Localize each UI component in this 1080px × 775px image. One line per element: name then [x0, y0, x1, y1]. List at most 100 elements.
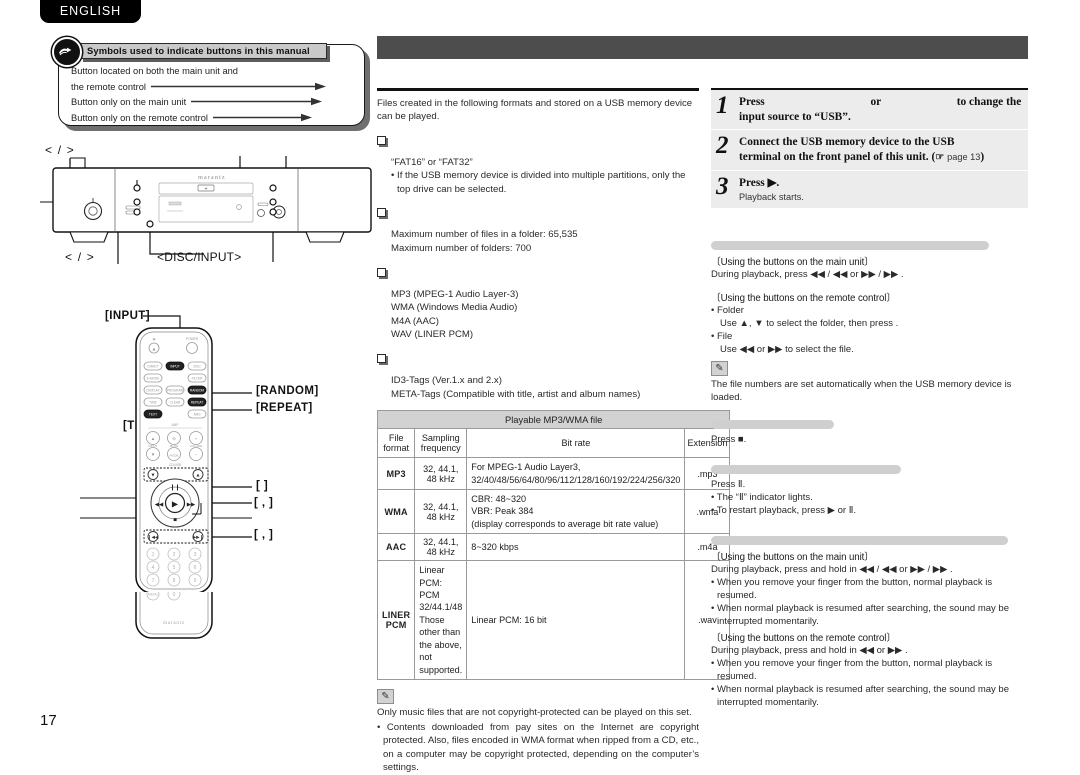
svg-text:CLEAR: CLEAR [170, 401, 181, 405]
cell-format-wma: WMA [376, 489, 416, 535]
step-3-sub: Playback starts. [739, 191, 804, 202]
spec-block-3-line-1: META-Tags (Compatible with title, artist… [391, 388, 641, 400]
arrow-right-medium-icon [189, 95, 323, 111]
callout-lines: Button located on both the main unit and… [71, 64, 361, 126]
section-stop-bar [711, 419, 834, 429]
cell-sampling-liner-pcm: Linear PCM: PCM 32/44.1/48 Those other t… [414, 560, 468, 680]
section-header-bar [377, 36, 1028, 59]
step-1-number: 1 [716, 92, 729, 119]
spec-block-0: “FAT16” or “FAT32” • If the USB memory d… [377, 132, 699, 197]
svg-text:▲: ▲ [151, 436, 156, 441]
svg-text:DISPLAY: DISPLAY [146, 389, 160, 393]
right-column: 1 Press or to change the input source to… [711, 88, 1028, 709]
section-pause-text: Press Ⅱ. [711, 478, 746, 490]
pencil-note-icon: ✎ [711, 360, 728, 376]
section-search-main-bullet-1: • When normal playback is resumed after … [711, 602, 1009, 627]
section-search-remote-title: 〔Using the buttons on the remote control… [711, 632, 896, 644]
section-skip-file-text: Use ◀◀ or ▶▶ to select the file. [720, 343, 854, 355]
arrow-right-long-icon [149, 80, 327, 96]
step-1-text: Press or to change the input source to “… [739, 94, 1021, 124]
svg-text:❙◀◀: ❙◀◀ [148, 535, 159, 540]
svg-text:TEXT: TEXT [149, 413, 157, 417]
svg-text:FILTER: FILTER [192, 377, 203, 381]
svg-text:5: 5 [173, 565, 176, 571]
section-skip-folder-label: • Folder [711, 304, 744, 316]
table-row: AAC 32, 44.1, 48 kHz 8~320 kbps .m4a [376, 533, 731, 562]
callout-line-3-text: Button only on the remote control [71, 112, 208, 123]
callout-line-2: Button only on the main unit [71, 95, 361, 111]
step-2: 2 Connect the USB memory device to the U… [711, 130, 1028, 171]
intro-text: Files created in the following formats a… [377, 97, 693, 123]
callout-line-2-text: Button only on the main unit [71, 97, 187, 108]
svg-text:▣: ▣ [153, 337, 156, 341]
svg-text:⊘: ⊘ [172, 436, 176, 441]
svg-text:TIME: TIME [149, 401, 157, 405]
svg-text:−: − [195, 453, 198, 458]
spec-block-2: MP3 (MPEG-1 Audio Layer-3) WMA (Windows … [377, 264, 699, 342]
spec-block-3-body: ID3-Tags (Ver.1.x and 2.x) META-Tags (Co… [391, 374, 699, 401]
callout-line-1: the remote control [71, 80, 361, 96]
svg-text:+: + [195, 437, 198, 442]
section-search-main-unit-title: 〔Using the buttons on the main unit〕 [711, 551, 874, 563]
svg-text:INPUT: INPUT [149, 444, 158, 448]
step-3-number: 3 [716, 173, 729, 200]
svg-text:AMS: AMS [194, 413, 201, 417]
cell-sampling-wma: 32, 44.1, 48 kHz [414, 489, 468, 535]
section-skip-note-text: The file numbers are set automatically w… [711, 378, 1012, 403]
step-2-line2-wrap: terminal on the front panel of this unit… [739, 150, 984, 166]
svg-text:CD/USB: CD/USB [169, 463, 181, 467]
square-bullet-icon [377, 208, 386, 218]
table-caption-row: Playable MP3/WMA file [376, 410, 731, 430]
pointing-hand-small-icon: ☞ [935, 151, 945, 163]
spec-block-2-line-1: WMA (Windows Media Audio) [391, 302, 518, 314]
step-2-line2: terminal on the front panel of this unit… [739, 150, 936, 163]
svg-text:▶: ▶ [172, 500, 179, 509]
section-search-remote-line: During playback, press and hold in ◀◀ or… [711, 644, 908, 656]
cell-sampling-aac: 32, 44.1, 48 kHz [414, 533, 468, 562]
square-bullet-icon [377, 135, 386, 145]
cell-format-mp3: MP3 [376, 457, 416, 491]
section-search-main-unit-line: During playback, press and hold in ◀◀ / … [711, 563, 953, 575]
step-2-number: 2 [716, 132, 729, 159]
section-skip-main-unit-title: 〔Using the buttons on the main unit〕 [711, 256, 874, 268]
step-1: 1 Press or to change the input source to… [711, 90, 1028, 130]
section-search-main-bullet-0: • When you remove your finger from the b… [711, 576, 993, 601]
language-tab-label: ENGLISH [59, 4, 122, 18]
cell-bitrate-liner-pcm: Linear PCM: 16 bit [466, 560, 686, 680]
section-search: 〔Using the buttons on the main unit〕 Dur… [711, 535, 1028, 709]
cell-bitrate-wma: CBR: 48~320 VBR: Peak 384 (display corre… [466, 489, 686, 535]
svg-text:❙❙: ❙❙ [170, 484, 180, 491]
main-unit-drawing: marantz + [40, 156, 372, 264]
svg-text:8: 8 [173, 578, 176, 584]
page-number: 17 [40, 712, 57, 729]
spec-block-1: Maximum number of files in a folder: 65,… [377, 204, 699, 255]
table-caption: Playable MP3/WMA file [376, 410, 731, 430]
section-pause-bullet-1: • To restart playback, press ▶ or Ⅱ. [711, 504, 857, 516]
spec-block-2-line-2: M4A (AAC) [391, 315, 439, 327]
svg-text:MENU: MENU [148, 593, 159, 597]
step-2-page-ref: page 13 [947, 151, 981, 162]
cell-sampling-mp3: 32, 44.1, 48 kHz [414, 457, 468, 491]
square-bullet-icon [377, 354, 386, 364]
callout-title: Symbols used to indicate buttons in this… [80, 43, 327, 59]
section-skip-remote-title: 〔Using the buttons on the remote control… [711, 292, 896, 304]
pencil-note-icon: ✎ [377, 688, 394, 704]
section-pause-bar [711, 464, 901, 474]
section-skip-note: ✎ The file numbers are set automatically… [711, 360, 1028, 404]
table-row: LINER PCM Linear PCM: PCM 32/44.1/48 Tho… [376, 560, 731, 680]
middle-column: Files created in the following formats a… [376, 88, 731, 775]
remote-control-bottom-drawing: MENU 0 marantz [135, 592, 213, 639]
spec-block-0-line-0: “FAT16” or “FAT32” [391, 156, 473, 168]
spec-block-3-line-0: ID3-Tags (Ver.1.x and 2.x) [391, 375, 502, 387]
step-1-tail: to change the [956, 96, 1022, 108]
cell-bitrate-mp3: For MPEG-1 Audio Layer3, 32/40/48/56/64/… [466, 457, 686, 491]
th-file-format: File format [376, 428, 416, 459]
copyright-note-text: Only music files that are not copyright-… [377, 706, 692, 718]
section-skip: 〔Using the buttons on the main unit〕 Dur… [711, 240, 1028, 404]
spec-block-2-line-0: MP3 (MPEG-1 Audio Layer-3) [391, 288, 519, 300]
svg-text:0: 0 [173, 592, 176, 598]
svg-text:▲: ▲ [152, 347, 157, 353]
table-row: MP3 32, 44.1, 48 kHz For MPEG-1 Audio La… [376, 457, 731, 491]
section-skip-main-unit-line: During playback, press ◀◀ / ◀◀ or ▶▶ / ▶… [711, 268, 904, 280]
svg-text:2: 2 [173, 552, 176, 558]
